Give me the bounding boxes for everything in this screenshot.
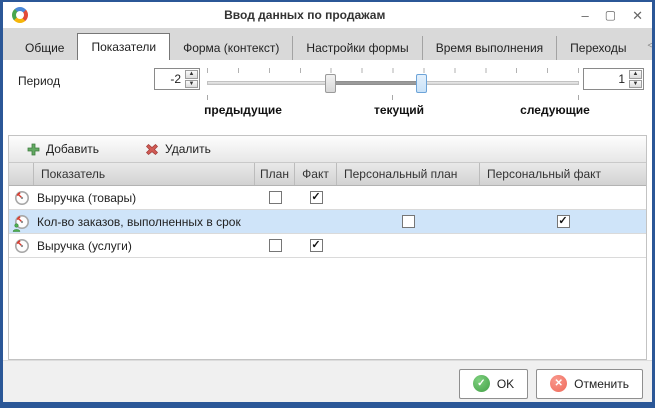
title-bar: Ввод данных по продажам – ▢ ✕ [3, 2, 652, 28]
delete-button-label: Удалить [165, 142, 211, 156]
personal-fact-checkbox[interactable]: ✓ [557, 215, 570, 228]
zone-label-previous: предыдущие [204, 103, 282, 117]
tab-execution-time[interactable]: Время выполнения [422, 36, 556, 60]
header-indicator[interactable]: Показатель [34, 163, 255, 185]
header-fact[interactable]: Факт [295, 163, 337, 185]
cancel-x-icon: ✕ [550, 375, 567, 392]
fact-checkbox[interactable]: ✓ [310, 191, 323, 204]
gauge-person-icon [14, 214, 30, 230]
tab-form-settings[interactable]: Настройки формы [292, 36, 421, 60]
tab-indicators[interactable]: Показатели [77, 33, 170, 60]
gauge-icon [14, 238, 30, 254]
period-range-slider[interactable] [204, 66, 583, 104]
tab-scroll-left-icon[interactable]: ◁ [647, 38, 655, 51]
plus-icon [27, 143, 40, 156]
cancel-button-label: Отменить [574, 377, 629, 391]
tab-transitions[interactable]: Переходы [556, 36, 639, 60]
delete-button[interactable]: Удалить [145, 142, 211, 156]
x-icon [145, 143, 159, 156]
header-icon-column [9, 163, 34, 185]
table-toolbar: Добавить Удалить [9, 136, 646, 163]
maximize-button[interactable]: ▢ [605, 9, 616, 21]
period-from-spinner[interactable]: -2 ▲ ▼ [154, 68, 200, 90]
plan-checkbox[interactable] [269, 239, 282, 252]
app-logo-icon [12, 7, 28, 23]
close-button[interactable]: ✕ [632, 9, 643, 22]
ok-button[interactable]: ✓ OK [459, 369, 528, 399]
person-badge-icon [12, 223, 21, 232]
spin-up-icon[interactable]: ▲ [185, 70, 198, 79]
period-to-spinner[interactable]: 1 ▲ ▼ [583, 68, 644, 90]
slider-selected-range [330, 81, 421, 85]
dialog-footer: ✓ OK ✕ Отменить [3, 360, 652, 406]
header-personal-fact[interactable]: Персональный факт [480, 163, 646, 185]
indicator-name: Кол-во заказов, выполненных в срок [34, 215, 255, 229]
window-title: Ввод данных по продажам [28, 8, 582, 22]
sales-data-entry-dialog: Ввод данных по продажам – ▢ ✕ Общие Пока… [0, 0, 655, 408]
spin-down-icon[interactable]: ▼ [629, 80, 642, 89]
minimize-button[interactable]: – [582, 9, 589, 22]
add-button-label: Добавить [46, 142, 99, 156]
tab-general[interactable]: Общие [12, 36, 77, 60]
header-plan[interactable]: План [255, 163, 295, 185]
tab-bar: Общие Показатели Форма (контекст) Настро… [3, 28, 652, 60]
indicator-name: Выручка (товары) [34, 191, 255, 205]
period-to-value: 1 [584, 69, 628, 89]
personal-plan-checkbox[interactable] [402, 215, 415, 228]
zone-label-current: текущий [374, 103, 424, 117]
tab-content: Период -2 ▲ ▼ 1 ▲ ▼ [3, 60, 652, 406]
ok-button-label: OK [497, 377, 514, 391]
table-empty-area [9, 258, 646, 359]
plan-checkbox[interactable] [269, 191, 282, 204]
ok-check-icon: ✓ [473, 375, 490, 392]
slider-thumb-from[interactable] [325, 74, 336, 93]
slider-thumb-to[interactable] [416, 74, 427, 93]
table-row[interactable]: Кол-во заказов, выполненных в срок ✓ [9, 210, 646, 234]
header-personal-plan[interactable]: Персональный план [337, 163, 480, 185]
spin-up-icon[interactable]: ▲ [629, 70, 642, 79]
add-button[interactable]: Добавить [27, 142, 99, 156]
gauge-icon [14, 190, 30, 206]
indicator-name: Выручка (услуги) [34, 239, 255, 253]
table-header: Показатель План Факт Персональный план П… [9, 163, 646, 186]
indicators-panel: Добавить Удалить Показатель План Факт Пе… [8, 135, 647, 360]
spin-down-icon[interactable]: ▼ [185, 80, 198, 89]
fact-checkbox[interactable]: ✓ [310, 239, 323, 252]
table-row[interactable]: Выручка (товары) ✓ [9, 186, 646, 210]
cancel-button[interactable]: ✕ Отменить [536, 369, 643, 399]
tab-form-context[interactable]: Форма (контекст) [170, 36, 292, 60]
period-label: Период [18, 74, 60, 88]
zone-label-next: следующие [520, 103, 590, 117]
slider-ticks-top [207, 68, 579, 73]
table-row[interactable]: Выручка (услуги) ✓ [9, 234, 646, 258]
period-from-value: -2 [155, 69, 184, 89]
